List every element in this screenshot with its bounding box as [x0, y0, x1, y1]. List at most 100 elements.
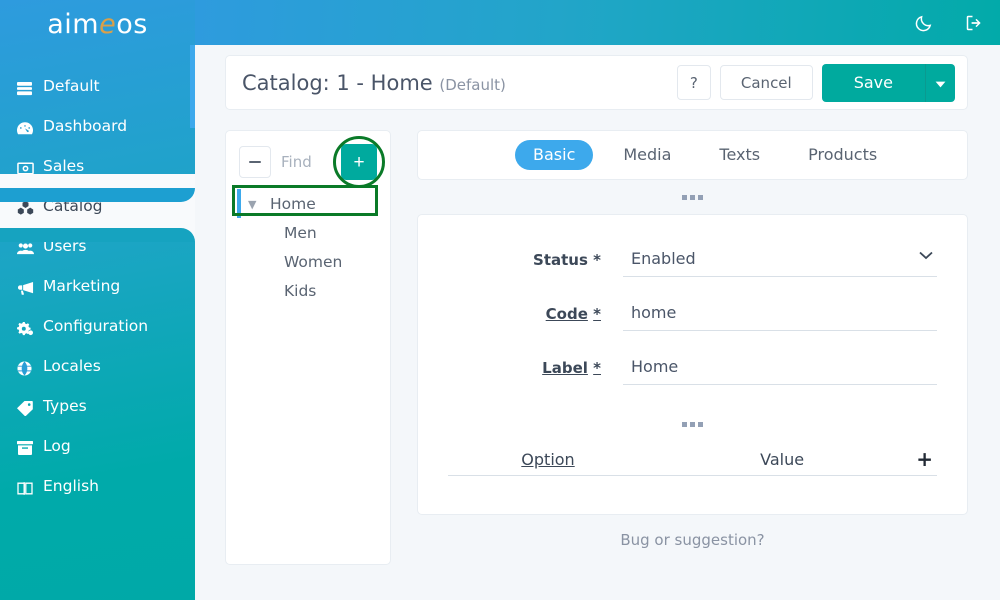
code-control: [623, 299, 937, 331]
save-button[interactable]: Save: [821, 63, 925, 102]
sidebar-item-label: Marketing: [43, 277, 121, 296]
logout-icon[interactable]: [964, 13, 984, 33]
tree-node-home[interactable]: ▼ Home: [226, 185, 390, 218]
logo-accent-letter: e: [99, 9, 117, 40]
globe-icon: [17, 360, 43, 376]
tab-media[interactable]: Media: [605, 140, 689, 170]
tree-node-label: Home: [270, 194, 316, 213]
bullhorn-icon: [17, 281, 43, 295]
catalog-tree-panel: + ▼ Home Men Women: [225, 130, 391, 565]
label-input[interactable]: [623, 353, 937, 385]
field-row-status: Status * Enabled: [448, 245, 937, 277]
basic-form-card: Status * Enabled Code * home Label * Hom…: [417, 214, 968, 515]
status-control: Enabled: [623, 245, 937, 277]
detail-panel: Basic Media Texts Products Status * Enab…: [417, 130, 968, 549]
logo-prefix: aim: [47, 9, 100, 40]
code-label-text: Code: [545, 305, 588, 323]
moon-icon[interactable]: [914, 13, 934, 33]
sidebar-item-default[interactable]: Default: [0, 68, 195, 108]
sidebar-item-english[interactable]: English: [0, 468, 195, 508]
dot-icon: [698, 194, 703, 200]
cogs-icon: [17, 321, 43, 336]
sidebar-item-locales[interactable]: Locales: [0, 348, 195, 388]
tag-icon: [17, 400, 43, 416]
page-title-sub: (Default): [439, 75, 506, 94]
tree-node-women[interactable]: Women: [226, 247, 390, 276]
sidebar-item-label: Default: [43, 77, 100, 96]
logo-suffix: os: [116, 9, 148, 40]
sidebar-item-log[interactable]: Log: [0, 428, 195, 468]
dot-icon: [690, 194, 695, 200]
tab-basic[interactable]: Basic: [515, 140, 594, 170]
tree-node-label: Kids: [284, 281, 317, 300]
status-label: Status *: [448, 245, 623, 269]
archive-icon: [17, 441, 43, 455]
label-label-text: Label: [542, 359, 588, 377]
app-logo[interactable]: aimeos: [0, 0, 195, 45]
chevron-down-icon: [935, 74, 946, 92]
sidebar-nav: Default Dashboard Sales Catalog Users Ma…: [0, 68, 195, 508]
options-table-header: Option Value +: [448, 449, 937, 476]
minus-icon: [249, 160, 261, 164]
sidebar-item-label: Dashboard: [43, 117, 128, 136]
save-button-group: Save: [821, 63, 955, 102]
chevron-down-icon[interactable]: [919, 249, 933, 264]
page-title-main: Catalog: 1 - Home: [242, 70, 433, 95]
main-columns: + ▼ Home Men Women: [225, 130, 968, 565]
section-handle-bottom[interactable]: [448, 407, 937, 441]
sidebar-item-label: Types: [43, 397, 87, 416]
required-marker: *: [593, 305, 601, 323]
sidebar-item-sales[interactable]: Sales: [0, 148, 195, 188]
users-icon: [17, 242, 43, 255]
dot-icon: [682, 194, 687, 200]
sidebar-item-configuration[interactable]: Configuration: [0, 308, 195, 348]
tree-node-label: Women: [284, 252, 343, 271]
tree-find-input[interactable]: [271, 153, 341, 171]
sidebar-item-types[interactable]: Types: [0, 388, 195, 428]
sidebar: aimeos Default Dashboard Sales Catalog U…: [0, 0, 195, 600]
bug-suggestion-link[interactable]: Bug or suggestion?: [417, 515, 968, 549]
tab-texts[interactable]: Texts: [701, 140, 778, 170]
tree-node-men[interactable]: Men: [226, 218, 390, 247]
label-label: Label *: [448, 353, 623, 377]
section-handle-top[interactable]: [417, 180, 968, 214]
sidebar-item-marketing[interactable]: Marketing: [0, 268, 195, 308]
page-header-card: Catalog: 1 - Home (Default) ? Cancel Sav…: [225, 55, 968, 110]
cubes-icon: [17, 200, 43, 216]
tree-list: ▼ Home Men Women Kids: [226, 185, 390, 305]
add-node-button[interactable]: +: [341, 144, 377, 180]
required-marker: *: [593, 251, 601, 269]
sidebar-item-label: Log: [43, 437, 71, 456]
save-dropdown-toggle[interactable]: [925, 63, 955, 102]
tab-bar: Basic Media Texts Products: [417, 130, 968, 180]
dot-icon: [682, 421, 687, 427]
add-option-button[interactable]: +: [916, 449, 937, 469]
tree-node-label: Men: [284, 223, 317, 242]
status-label-text: Status: [533, 251, 588, 269]
collapse-all-button[interactable]: [239, 146, 271, 178]
tree-node-kids[interactable]: Kids: [226, 276, 390, 305]
status-select[interactable]: Enabled: [623, 245, 937, 277]
app-root: aimeos Default Dashboard Sales Catalog U…: [0, 0, 1000, 600]
tree-toolbar: +: [226, 136, 390, 188]
cancel-button[interactable]: Cancel: [719, 65, 813, 100]
label-control: [623, 353, 937, 385]
sidebar-item-label: Locales: [43, 357, 101, 376]
help-button[interactable]: ?: [676, 65, 711, 100]
code-input[interactable]: [623, 299, 937, 331]
column-header-option: Option: [521, 450, 575, 469]
sidebar-item-label: Sales: [43, 157, 85, 176]
accent-strip: [190, 45, 195, 128]
selected-indicator: [237, 189, 241, 218]
sidebar-item-label: English: [43, 477, 99, 496]
column-header-value: Value: [760, 450, 805, 469]
dot-icon: [698, 421, 703, 427]
sidebar-item-dashboard[interactable]: Dashboard: [0, 108, 195, 148]
tab-products[interactable]: Products: [790, 140, 895, 170]
sidebar-item-label: Configuration: [43, 317, 149, 336]
field-row-label: Label *: [448, 353, 937, 385]
dot-icon: [690, 421, 695, 427]
chevron-down-icon[interactable]: ▼: [248, 198, 256, 211]
add-node-wrapper: +: [333, 136, 385, 188]
topbar: [195, 0, 1000, 45]
